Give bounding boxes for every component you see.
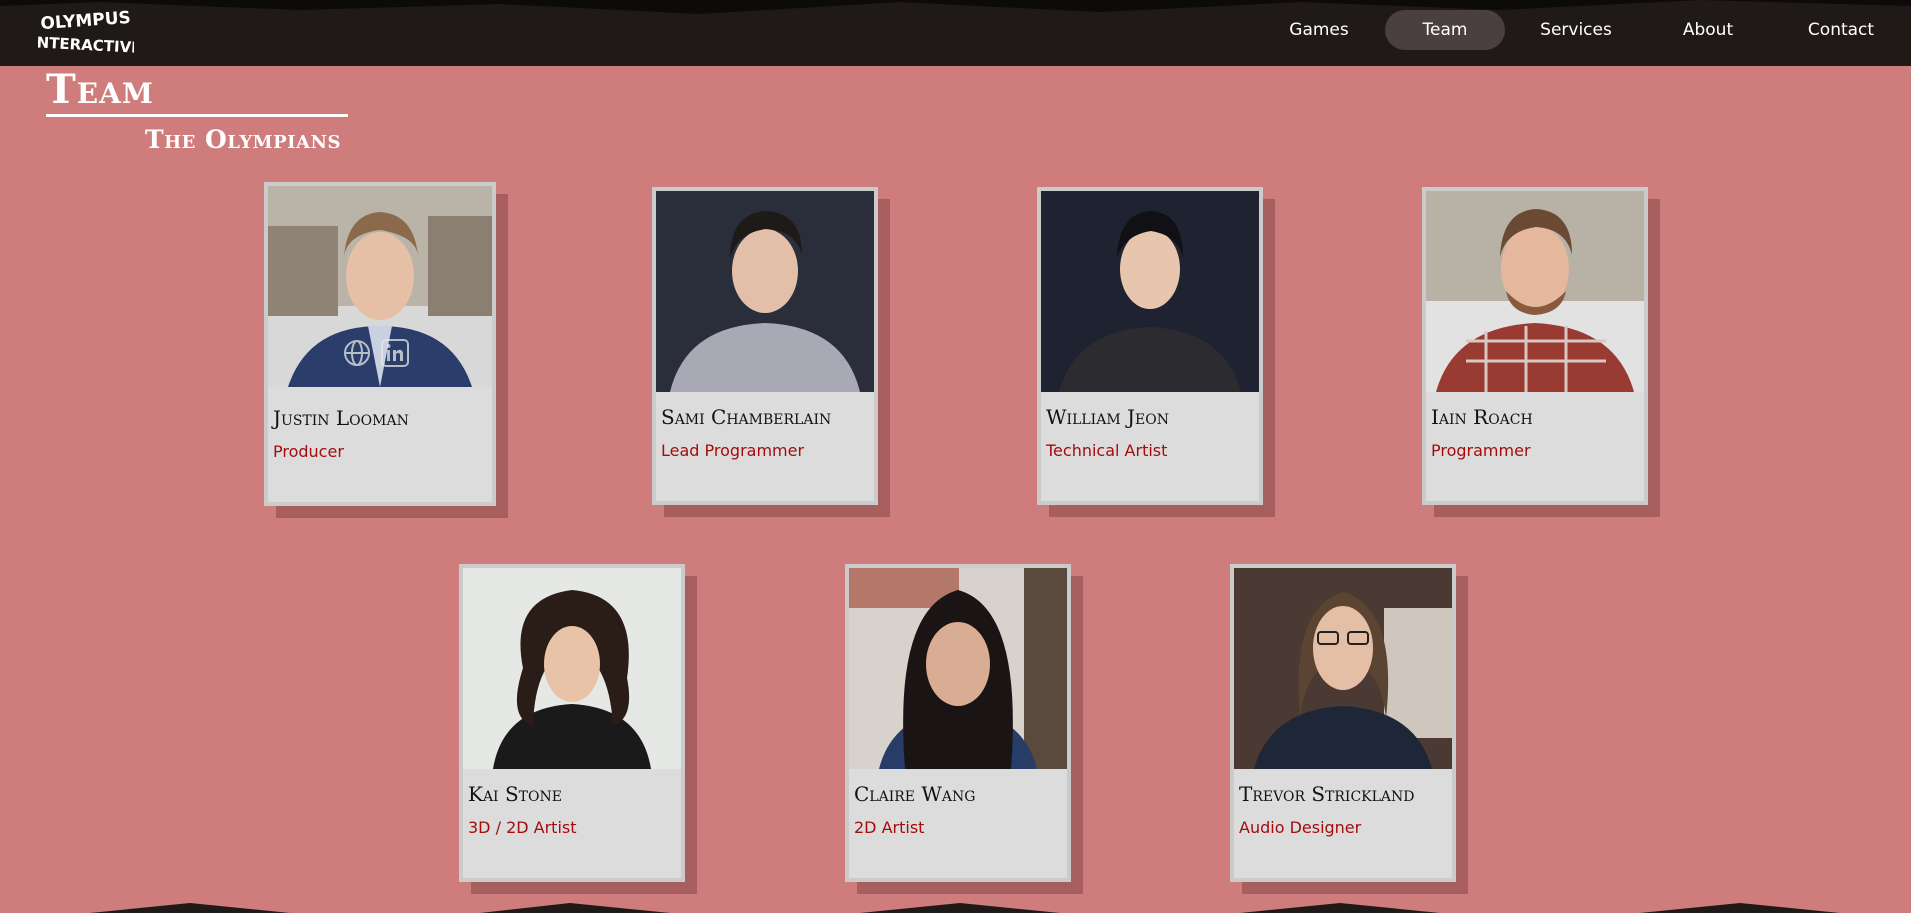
title-underline bbox=[46, 114, 348, 117]
linkedin-icon[interactable] bbox=[380, 338, 410, 368]
member-role: Programmer bbox=[1431, 441, 1531, 460]
footer-zigzag-decoration bbox=[0, 903, 1911, 913]
member-role: Producer bbox=[273, 442, 344, 461]
olympus-interactive-logo[interactable]: OLYMPUS INTERACTIVE bbox=[38, 4, 134, 58]
nav-about[interactable]: About bbox=[1658, 10, 1758, 50]
member-name: Justin Looman bbox=[273, 406, 409, 430]
site-header: OLYMPUS INTERACTIVE Games Team Services … bbox=[0, 0, 1911, 66]
member-role: Technical Artist bbox=[1046, 441, 1168, 460]
team-card-iain-roach[interactable]: Iain Roach Programmer bbox=[1422, 187, 1648, 505]
member-name: Kai Stone bbox=[468, 782, 562, 806]
member-photo bbox=[849, 568, 1067, 769]
member-name: Claire Wang bbox=[854, 782, 976, 806]
page-title: Team bbox=[46, 66, 154, 113]
member-role: 2D Artist bbox=[854, 818, 925, 837]
member-name: William Jeon bbox=[1046, 405, 1169, 429]
member-name: Iain Roach bbox=[1431, 405, 1533, 429]
team-card-claire-wang[interactable]: Claire Wang 2D Artist bbox=[845, 564, 1071, 882]
nav-games[interactable]: Games bbox=[1269, 10, 1369, 50]
team-card-trevor-strickland[interactable]: Trevor Strickland Audio Designer bbox=[1230, 564, 1456, 882]
nav-team[interactable]: Team bbox=[1385, 10, 1505, 50]
member-role: 3D / 2D Artist bbox=[468, 818, 577, 837]
member-role: Lead Programmer bbox=[661, 441, 805, 460]
member-role: Audio Designer bbox=[1239, 818, 1362, 837]
social-links bbox=[342, 338, 410, 370]
page-subtitle: The Olympians bbox=[145, 125, 341, 154]
svg-text:OLYMPUS: OLYMPUS bbox=[40, 8, 132, 34]
svg-text:INTERACTIVE: INTERACTIVE bbox=[38, 33, 134, 57]
globe-icon[interactable] bbox=[342, 338, 372, 368]
member-photo bbox=[1426, 191, 1644, 392]
member-name: Sami Chamberlain bbox=[661, 405, 832, 429]
team-card-justin-looman[interactable]: Justin Looman Producer bbox=[264, 182, 496, 506]
team-card-sami-chamberlain[interactable]: Sami Chamberlain Lead Programmer bbox=[652, 187, 878, 505]
nav-services[interactable]: Services bbox=[1521, 10, 1631, 50]
member-photo bbox=[656, 191, 874, 392]
team-card-william-jeon[interactable]: William Jeon Technical Artist bbox=[1037, 187, 1263, 505]
member-photo bbox=[463, 568, 681, 769]
member-name: Trevor Strickland bbox=[1239, 782, 1415, 806]
member-photo bbox=[1041, 191, 1259, 392]
team-card-kai-stone[interactable]: Kai Stone 3D / 2D Artist bbox=[459, 564, 685, 882]
nav-contact[interactable]: Contact bbox=[1791, 10, 1891, 50]
member-photo bbox=[1234, 568, 1452, 769]
